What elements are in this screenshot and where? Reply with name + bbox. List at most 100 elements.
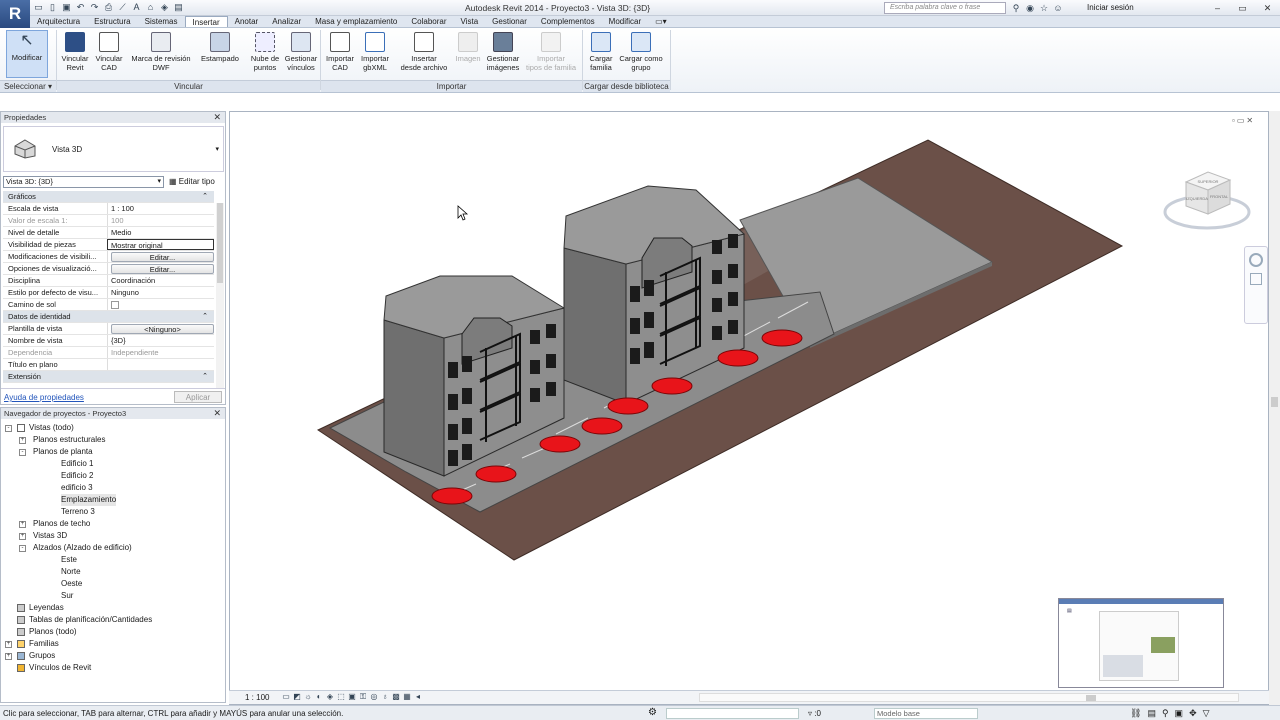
panel-seleccionar[interactable]: Seleccionar ▾ <box>0 80 56 92</box>
estampado-button[interactable]: Estampado <box>198 32 242 63</box>
cargar-familia-button[interactable]: Cargar familia <box>584 32 618 72</box>
modificar-button[interactable]: ↖ Modificar <box>6 30 48 78</box>
star-icon[interactable]: ☆ <box>1038 2 1050 14</box>
reveal-hidden-icon[interactable]: ♁ <box>380 692 390 702</box>
edit-property-button[interactable]: <Ninguno> <box>111 324 214 334</box>
visual-style-icon[interactable]: ◩ <box>292 692 302 702</box>
3d-view-icon[interactable]: ⌂ <box>145 2 156 13</box>
close-icon[interactable]: ✕ <box>1255 1 1280 15</box>
property-value[interactable]: Mostrar original <box>107 239 214 250</box>
print-icon[interactable]: ⎙ <box>103 2 114 13</box>
binoculars-icon[interactable]: ⚲ <box>1010 2 1022 14</box>
minimize-icon[interactable]: – <box>1205 1 1230 15</box>
workset-selector[interactable] <box>666 708 799 719</box>
gestionar-vinculos-button[interactable]: Gestionar vínculos <box>282 32 320 72</box>
tab-analizar[interactable]: Analizar <box>265 16 308 27</box>
tab-anotar[interactable]: Anotar <box>228 16 266 27</box>
tab-insertar[interactable]: Insertar <box>184 16 228 27</box>
collapse-icon[interactable]: - <box>19 449 26 456</box>
sun-path-checkbox[interactable] <box>111 301 119 309</box>
crop-view-icon[interactable]: ⬚ <box>336 692 346 702</box>
folder-open-icon[interactable]: ▭ <box>33 2 44 13</box>
new-icon[interactable]: ▯ <box>47 2 58 13</box>
insertar-archivo-button[interactable]: Insertar desde archivo <box>396 32 452 72</box>
property-value[interactable]: Ninguno <box>107 287 214 298</box>
importar-tipos-button[interactable]: Importar tipos de familia <box>522 32 580 72</box>
vincular-cad-button[interactable]: Vincular CAD <box>92 32 126 72</box>
tab-sistemas[interactable]: Sistemas <box>138 16 185 27</box>
zoom-icon[interactable] <box>1250 273 1262 285</box>
property-group[interactable]: Extensión ⌃ <box>3 371 214 383</box>
restore-icon[interactable]: ▫ <box>1232 116 1235 125</box>
tab-colaborar[interactable]: Colaborar <box>404 16 453 27</box>
revit-logo[interactable]: R <box>0 0 30 28</box>
switch-window-icon[interactable]: ▤ <box>173 2 184 13</box>
apply-button[interactable]: Aplicar <box>174 391 222 403</box>
tab-gestionar[interactable]: Gestionar <box>485 16 534 27</box>
drag-elements-icon[interactable]: ✥ <box>1189 708 1197 719</box>
lock-view-icon[interactable]: ⚿ <box>358 692 368 702</box>
expand-icon[interactable]: + <box>19 437 26 444</box>
cargar-grupo-button[interactable]: Cargar como grupo <box>616 32 666 72</box>
tab-modificar[interactable]: Modificar <box>602 16 648 27</box>
property-value[interactable]: Editar... <box>107 251 214 262</box>
importar-cad-button[interactable]: Importar CAD <box>322 32 358 72</box>
collapse-icon[interactable]: - <box>19 545 26 552</box>
filter-icon[interactable]: ▿ <box>808 709 812 718</box>
signin-button[interactable]: Iniciar sesión <box>1087 3 1134 12</box>
steering-wheel-icon[interactable] <box>1249 253 1263 267</box>
collapse-icon[interactable]: - <box>5 425 12 432</box>
view-scale[interactable]: 1 : 100 <box>245 693 269 702</box>
property-value[interactable] <box>107 299 214 310</box>
temp-hide-icon[interactable]: ◎ <box>369 692 379 702</box>
edit-type-button[interactable]: ▦ Editar tipo <box>169 176 215 188</box>
maximize-icon[interactable]: ▭ <box>1230 1 1255 15</box>
tab-arquitectura[interactable]: Arquitectura <box>30 16 87 27</box>
redo-icon[interactable]: ↷ <box>89 2 100 13</box>
measure-icon[interactable]: ⟋ <box>117 2 128 13</box>
close-icon[interactable]: ✕ <box>1246 116 1253 125</box>
property-group[interactable]: Gráficos ⌃ <box>3 191 214 203</box>
expand-icon[interactable]: + <box>19 521 26 528</box>
expand-icon[interactable]: + <box>5 653 12 660</box>
detail-level-icon[interactable]: ▭ <box>281 692 291 702</box>
tab-vista[interactable]: Vista <box>454 16 486 27</box>
property-value[interactable]: Medio <box>107 227 214 238</box>
subscription-icon[interactable]: ◉ <box>1024 2 1036 14</box>
close-icon[interactable]: ✕ <box>213 408 221 419</box>
gestionar-imagenes-button[interactable]: Gestionar imágenes <box>484 32 522 72</box>
viewport-horizontal-scrollbar[interactable] <box>699 693 1239 702</box>
collapse-icon[interactable]: ⌃ <box>202 191 208 203</box>
property-value[interactable]: <Ninguno> <box>107 323 214 334</box>
property-value[interactable] <box>107 359 214 370</box>
save-icon[interactable]: ▣ <box>61 2 72 13</box>
type-selector[interactable]: Vista 3D ▾ <box>3 126 224 172</box>
property-value[interactable]: Coordinación <box>107 275 214 286</box>
text-icon[interactable]: A <box>131 2 142 13</box>
maximize-icon[interactable]: ▭ <box>1237 116 1245 125</box>
select-underlay-icon[interactable]: ▤ <box>1147 708 1156 719</box>
analysis-icon[interactable]: ▩ <box>391 692 401 702</box>
crop-region-icon[interactable]: ▣ <box>347 692 357 702</box>
edit-property-button[interactable]: Editar... <box>111 252 214 262</box>
filter-selection-icon[interactable]: ▽ <box>1203 708 1210 719</box>
viewcube[interactable]: SUPERIOR IZQUIERDA FRONTAL <box>1162 162 1252 237</box>
property-value[interactable]: Editar... <box>107 263 214 274</box>
marca-revision-button[interactable]: Marca de revisión DWF <box>128 32 194 72</box>
close-icon[interactable]: ✕ <box>213 112 221 123</box>
property-group[interactable]: Datos de identidad ⌃ <box>3 311 214 323</box>
tab-complementos[interactable]: Complementos <box>534 16 602 27</box>
importar-gbxml-button[interactable]: Importar gbXML <box>356 32 394 72</box>
render-icon[interactable]: ◈ <box>325 692 335 702</box>
worksets-icon[interactable]: ⚙ <box>648 707 657 718</box>
select-links-icon[interactable]: ⛓ <box>1130 708 1141 719</box>
vincular-revit-button[interactable]: Vincular Revit <box>58 32 92 72</box>
sun-path-icon[interactable]: ☼ <box>303 692 313 702</box>
section-icon[interactable]: ◈ <box>159 2 170 13</box>
shadows-icon[interactable]: ◐ <box>314 692 324 702</box>
select-by-face-icon[interactable]: ▣ <box>1175 708 1184 719</box>
properties-scrollbar[interactable] <box>216 203 224 389</box>
collapse-icon[interactable]: ⌃ <box>202 311 208 323</box>
scroll-left-icon[interactable]: ◂ <box>413 692 423 702</box>
view-instance-selector[interactable]: Vista 3D: {3D} ▾ <box>3 176 164 188</box>
